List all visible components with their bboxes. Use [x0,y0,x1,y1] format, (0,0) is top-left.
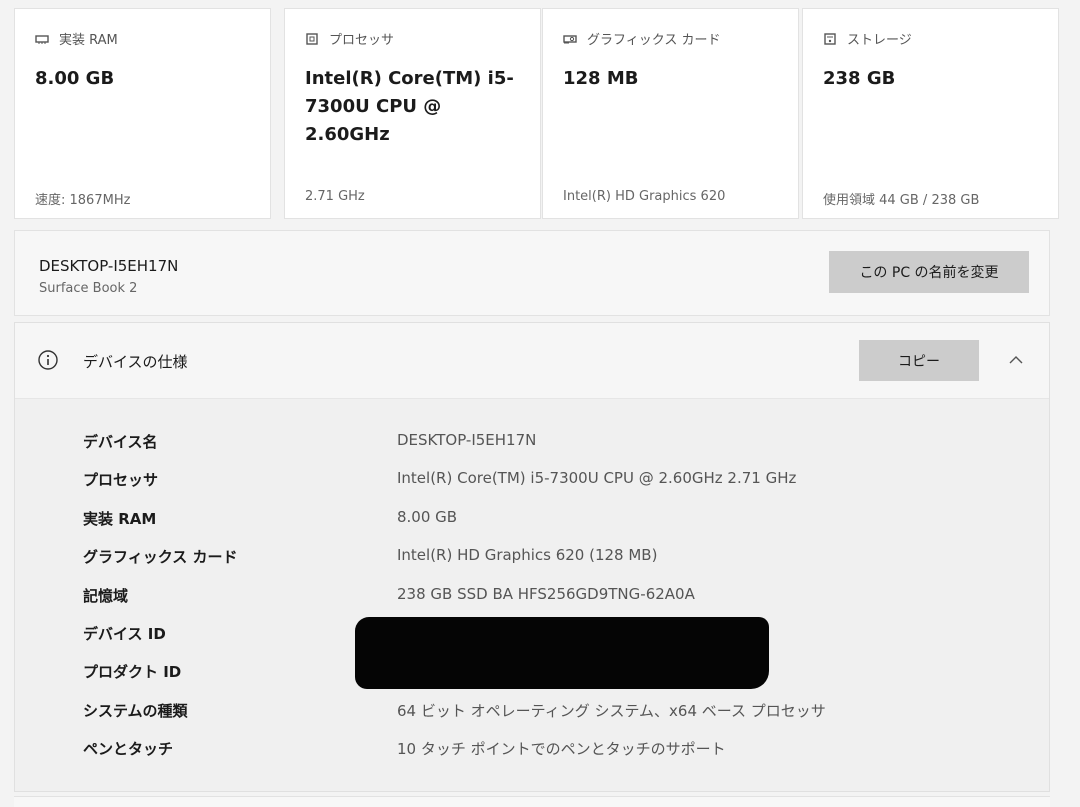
device-specifications-title: デバイスの仕様 [83,353,188,371]
ram-card-footer: 速度: 1867MHz [35,193,131,208]
copy-button[interactable]: コピー [859,340,979,381]
rename-pc-button[interactable]: この PC の名前を変更 [829,251,1029,293]
graphics-card-title: グラフィックス カード [587,33,721,48]
device-specifications-panel: デバイスの仕様 コピー デバイス名 DESKTOP-I5EH17N プロセッサ … [14,322,1050,792]
storage-card-title: ストレージ [847,33,912,48]
device-specifications-header[interactable]: デバイスの仕様 コピー [15,323,1049,399]
spec-label: グラフィックス カード [83,548,238,567]
ram-icon [35,34,49,44]
ram-card-value: 8.00 GB [35,68,115,89]
storage-card-footer: 使用領域 44 GB / 238 GB [823,193,980,208]
processor-card-title: プロセッサ [329,33,395,48]
processor-card: プロセッサ Intel(R) Core(TM) i5-7300U CPU @ 2… [284,8,541,219]
spec-value: DESKTOP-I5EH17N [397,431,537,449]
spec-label: システムの種類 [83,701,188,720]
spec-label: ペンとタッチ [83,740,174,759]
spec-label: 実装 RAM [83,509,157,528]
pc-model: Surface Book 2 [39,281,138,296]
storage-card: ストレージ 238 GB 使用領域 44 GB / 238 GB [802,8,1059,219]
spec-row-graphics: グラフィックス カード Intel(R) HD Graphics 620 (12… [15,538,1049,576]
storage-icon [824,32,836,45]
next-panel-edge [14,796,1050,807]
spec-row-system-type: システムの種類 64 ビット オペレーティング システム、x64 ベース プロセ… [15,692,1049,730]
device-name-panel: DESKTOP-I5EH17N Surface Book 2 この PC の名前… [14,230,1050,316]
spec-label: 記憶域 [83,586,129,605]
redaction-mark [355,617,769,689]
spec-label: デバイス ID [83,624,166,643]
spec-row-device-name: デバイス名 DESKTOP-I5EH17N [15,423,1049,461]
spec-value: Intel(R) Core(TM) i5-7300U CPU @ 2.60GHz… [397,469,797,488]
spec-label: デバイス名 [83,433,158,451]
graphics-card-value: 128 MB [563,68,639,89]
processor-icon [306,32,318,45]
spec-row-processor: プロセッサ Intel(R) Core(TM) i5-7300U CPU @ 2… [15,461,1049,499]
storage-card-value: 238 GB [823,68,896,89]
spec-value: 10 タッチ ポイントでのペンとタッチのサポート [397,740,726,759]
ram-card: 実装 RAM 8.00 GB 速度: 1867MHz [14,8,271,219]
spec-label: プロセッサ [83,471,159,490]
ram-card-title: 実装 RAM [59,33,118,48]
spec-row-storage: 記憶域 238 GB SSD BA HFS256GD9TNG-62A0A [15,577,1049,615]
hardware-summary-cards: 実装 RAM 8.00 GB 速度: 1867MHz プロセッサ Intel(R… [14,8,1059,220]
chevron-up-icon[interactable] [1005,349,1027,371]
spec-rows: デバイス名 DESKTOP-I5EH17N プロセッサ Intel(R) Cor… [15,423,1049,769]
spec-value: Intel(R) HD Graphics 620 (128 MB) [397,546,658,565]
graphics-card-icon [563,34,577,43]
graphics-card-footer: Intel(R) HD Graphics 620 [563,189,726,204]
spec-row-ram: 実装 RAM 8.00 GB [15,500,1049,538]
graphics-card: グラフィックス カード 128 MB Intel(R) HD Graphics … [542,8,799,219]
pc-name: DESKTOP-I5EH17N [39,257,179,275]
processor-card-value: Intel(R) Core(TM) i5-7300U CPU @ 2.60GHz [305,68,514,145]
spec-value: 238 GB SSD BA HFS256GD9TNG-62A0A [397,584,695,603]
info-icon [38,350,58,370]
processor-card-footer: 2.71 GHz [305,189,365,204]
spec-value: 64 ビット オペレーティング システム、x64 ベース プロセッサ [397,701,826,720]
spec-row-pen-touch: ペンとタッチ 10 タッチ ポイントでのペンとタッチのサポート [15,730,1049,768]
spec-label: プロダクト ID [83,663,182,682]
spec-value: 8.00 GB [397,507,458,526]
